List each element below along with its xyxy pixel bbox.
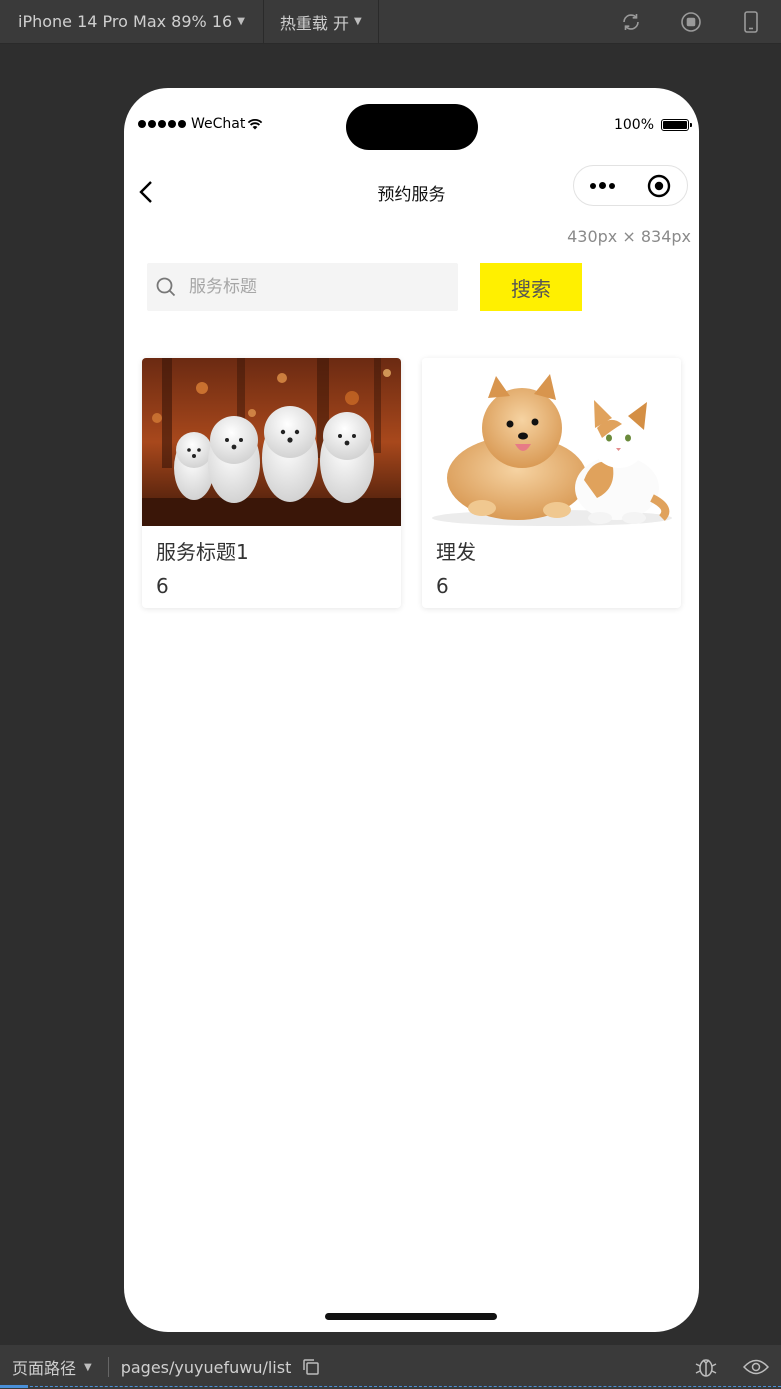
page-path-label[interactable]: 页面路径 [12, 1355, 76, 1379]
divider [107, 1357, 109, 1377]
progress-track [0, 1386, 781, 1387]
search-button[interactable]: 搜索 [480, 263, 582, 311]
white-poodle-dogs-photo [142, 358, 401, 526]
card-title: 服务标题1 [156, 540, 249, 564]
eye-icon[interactable] [731, 1345, 781, 1389]
phone-frame: WeChat 100% 预约服务 430px × 834px 服务标题 搜索 服… [124, 88, 699, 1332]
search-icon [156, 277, 176, 297]
caret-down-icon: ▼ [237, 16, 245, 27]
search-box [147, 263, 458, 311]
card-count: 6 [156, 574, 169, 598]
device-label: iPhone 14 Pro Max 89% 16 [18, 12, 233, 31]
service-card[interactable]: 理发 6 [422, 358, 681, 608]
battery-icon [661, 119, 692, 131]
hot-reload-label: 热重载 开 [279, 13, 349, 33]
phone-icon[interactable] [721, 0, 781, 43]
carrier-label: WeChat [191, 116, 246, 132]
stop-icon[interactable] [661, 0, 721, 43]
hot-reload-toggle[interactable]: 热重载 开 ▼ [264, 0, 379, 43]
battery-label: 100% [613, 117, 654, 133]
card-title: 理发 [436, 540, 476, 564]
progress-indicator [0, 1385, 28, 1388]
signal-icon [138, 120, 186, 128]
search-input[interactable] [187, 276, 431, 298]
status-bar: WeChat 100% [124, 88, 699, 164]
dynamic-island [346, 104, 478, 150]
refresh-icon[interactable] [601, 0, 661, 43]
device-selector[interactable]: iPhone 14 Pro Max 89% 16 ▼ [0, 0, 264, 43]
pomeranian-and-cat-photo [422, 358, 681, 526]
wifi-icon [248, 119, 263, 130]
more-icon[interactable] [574, 182, 631, 189]
close-miniprogram-icon[interactable] [631, 174, 688, 198]
menu-capsule [573, 165, 688, 206]
devtools-bottom-bar: 页面路径 ▼ pages/yuyuefuwu/list [0, 1345, 781, 1389]
navigation-bar: 预约服务 [124, 164, 699, 216]
card-count: 6 [436, 574, 449, 598]
devtools-toolbar: iPhone 14 Pro Max 89% 16 ▼ 热重载 开 ▼ [0, 0, 781, 44]
copy-icon[interactable] [301, 1357, 321, 1377]
bug-icon[interactable] [681, 1345, 731, 1389]
home-indicator [325, 1313, 497, 1320]
service-card[interactable]: 服务标题1 6 [142, 358, 401, 608]
page-path: pages/yuyuefuwu/list [120, 1357, 292, 1377]
caret-down-icon: ▼ [353, 16, 362, 27]
viewport-size-label: 430px × 834px [567, 227, 691, 246]
caret-down-icon: ▼ [84, 1361, 92, 1373]
